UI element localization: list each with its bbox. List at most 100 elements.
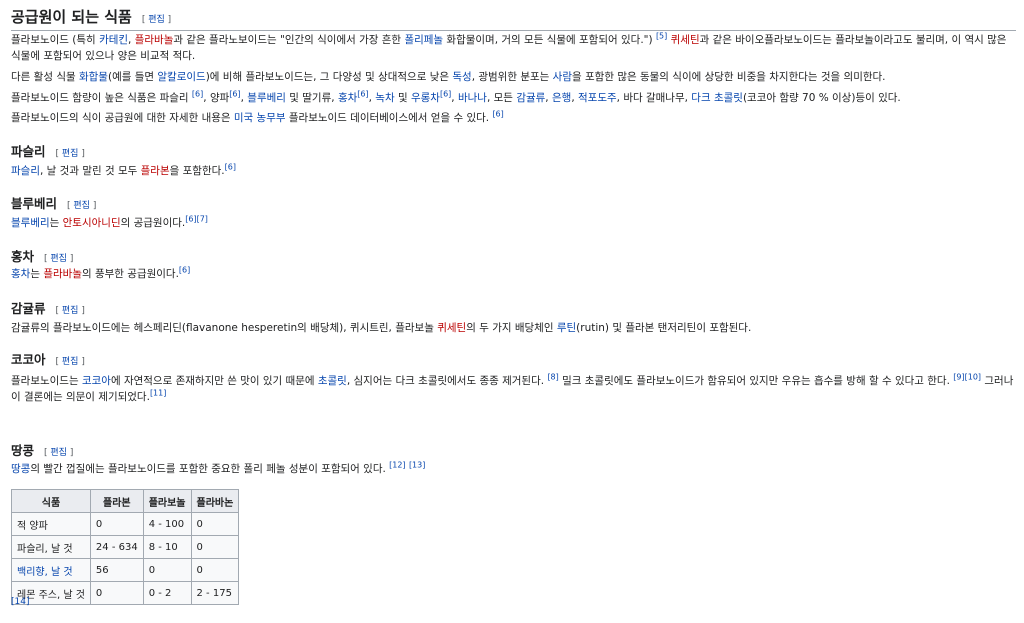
citation-link[interactable]: [13] [409,461,425,470]
table-cell: 0 [190,512,240,536]
wiki-link[interactable]: 플라바놀 [43,268,82,280]
column-header: 식품 [11,489,91,513]
edit-link[interactable]: [ 편집 ] [56,149,85,159]
paragraph: 파슬리, 날 것과 말린 것 모두 플라본을 포함한다.[6] [11,163,1016,179]
citation-link[interactable]: [11] [150,389,166,398]
wiki-link[interactable]: 파슬리 [11,165,40,177]
wiki-link[interactable]: 사람 [553,71,572,83]
subsection-title: 감귤류 [11,301,46,316]
paragraph: 플라보노이드 (특히 카테킨, 플라바놀과 같은 플라노보이드는 "인간의 식이… [11,32,1016,64]
wiki-link[interactable]: 블루베리 [11,217,50,229]
wiki-link[interactable]: 다크 초콜릿 [691,92,743,104]
wiki-link[interactable]: 블루베리 [247,92,286,104]
text: 다른 활성 식물 [11,71,79,83]
subsection-title: 코코아 [11,352,46,367]
citation-link[interactable]: [5] [656,32,667,41]
subsection-heading: 홍차 [ 편집 ] [11,246,1016,265]
citation-link[interactable]: [8] [547,373,558,382]
column-header: 플라본 [89,489,144,513]
paragraph: 땅콩의 빨간 껍질에는 플라보노이드를 포함한 중요한 폴리 페놀 성분이 포함… [11,461,1016,477]
wiki-link[interactable]: 코코아 [82,375,111,387]
wiki-link[interactable]: 우롱차 [411,92,440,104]
wiki-link[interactable]: 초콜릿 [318,375,347,387]
text: 플라보노이드는 [11,375,82,387]
column-header: 플라보놀 [142,489,192,513]
citation-link[interactable]: [6] [440,90,451,99]
paragraph: 홍차는 플라바놀의 풍부한 공급원이다.[6] [11,266,1016,282]
text: 플라보노이드 (특히 [11,34,100,46]
citation-link[interactable]: [9][10] [953,373,981,382]
text: , 날 것과 말린 것 모두 [39,165,141,177]
edit-link[interactable]: [ 편집 ] [56,306,85,316]
citation-link[interactable]: [12] [389,461,405,470]
citation-link[interactable]: [6] [492,110,503,119]
table-row: 적 양파 0 4 - 100 0 [11,512,240,536]
edit-link[interactable]: [ 편집 ] [67,201,96,211]
paragraph: 다른 활성 식물 화합물(예를 들면 알칼로이드)에 비해 플라보노이드는, 그… [11,69,1016,85]
table-cell: 파슬리, 날 것 [11,535,91,559]
wiki-link[interactable]: 퀴세틴 [671,34,700,46]
citation-link[interactable]: [6][7] [185,215,208,224]
table-cell: 24 - 634 [89,535,144,559]
edit-link[interactable]: [ 편집 ] [44,448,73,458]
table-row: 백리향, 날 것 56 0 0 [11,558,240,582]
paragraph: 감귤류의 플라보노이드에는 헤스페리딘(flavanone hesperetin… [11,320,1016,336]
edit-link[interactable]: [ 편집 ] [44,254,73,264]
wiki-link[interactable]: 퀴세틴 [437,322,466,334]
wiki-link[interactable]: 플라바놀 [135,34,174,46]
text: 는 [30,268,44,280]
text: 밀크 초콜릿에도 플라보노이드가 함유되어 있지만 우유는 흡수를 방해 할 수… [558,375,954,387]
wiki-link[interactable]: 알칼로이드 [157,71,205,83]
citation-link[interactable]: [6] [229,90,240,99]
table-cell: 백리향, 날 것 [11,558,91,582]
table-cell: 0 [190,535,240,559]
text: 플라보노이드의 식이 공급원에 대한 자세한 내용은 [11,112,234,124]
text: 을 포함한 많은 동물의 식이에 상당한 비중을 차지한다는 것을 의미한다. [572,71,886,83]
wiki-link[interactable]: 플라본 [141,165,170,177]
text: 의 공급원이다. [120,217,186,229]
text: , 모든 [486,92,517,104]
text: 감귤류의 플라보노이드에는 헤스페리딘(flavanone hesperetin… [11,322,438,334]
wiki-link[interactable]: 땅콩 [11,463,30,475]
section-title: 공급원이 되는 식품 [11,8,132,26]
table-cell: 0 [190,558,240,582]
wiki-link[interactable]: 홍차 [338,92,357,104]
wiki-link[interactable]: 화합물 [79,71,108,83]
subsection-title: 블루베리 [11,196,58,211]
text: , 광범위한 분포는 [471,71,553,83]
text: 의 풍부한 공급원이다. [81,268,179,280]
table-cell: 8 - 10 [142,535,192,559]
column-header: 플라바논 [190,489,240,513]
wiki-link[interactable]: 바나나 [458,92,487,104]
wiki-link[interactable]: 은행 [552,92,571,104]
citation-link[interactable]: [6] [225,163,236,172]
paragraph: 블루베리는 안토시아니딘의 공급원이다.[6][7] [11,215,1016,231]
wiki-link[interactable]: 독성 [452,71,471,83]
text: , [128,34,135,46]
text: 의 두 가지 배당체인 [466,322,557,334]
wiki-link[interactable]: 적포도주 [578,92,617,104]
subsection-title: 파슬리 [11,144,46,159]
wiki-link[interactable]: 미국 농무부 [234,112,286,124]
citation-link[interactable]: [6] [192,90,203,99]
text: 및 [394,92,411,104]
table-ref-link[interactable]: [14] [11,597,29,607]
edit-link[interactable]: [ 편집 ] [142,15,171,25]
wiki-link[interactable]: 녹차 [375,92,394,104]
text: , 양파 [203,92,230,104]
text: 는 [49,217,63,229]
wiki-link[interactable]: 안토시아니딘 [63,217,121,229]
wiki-link[interactable]: 카테킨 [99,34,128,46]
text: 에 자연적으로 존재하지만 쓴 맛이 있기 때문에 [110,375,318,387]
edit-link[interactable]: [ 편집 ] [56,357,85,367]
subsection-title: 홍차 [11,249,35,264]
citation-link[interactable]: [6] [179,266,190,275]
wiki-link[interactable]: 폴리페놀 [404,34,443,46]
subsection-heading: 코코아 [ 편집 ] [11,349,1016,368]
subsection-heading: 감귤류 [ 편집 ] [11,298,1016,317]
wiki-link[interactable]: 루틴 [557,322,576,334]
wiki-link[interactable]: 감귤류 [516,92,545,104]
wiki-link[interactable]: 홍차 [11,268,30,280]
text: , [571,92,578,104]
citation-link[interactable]: [6] [357,90,368,99]
